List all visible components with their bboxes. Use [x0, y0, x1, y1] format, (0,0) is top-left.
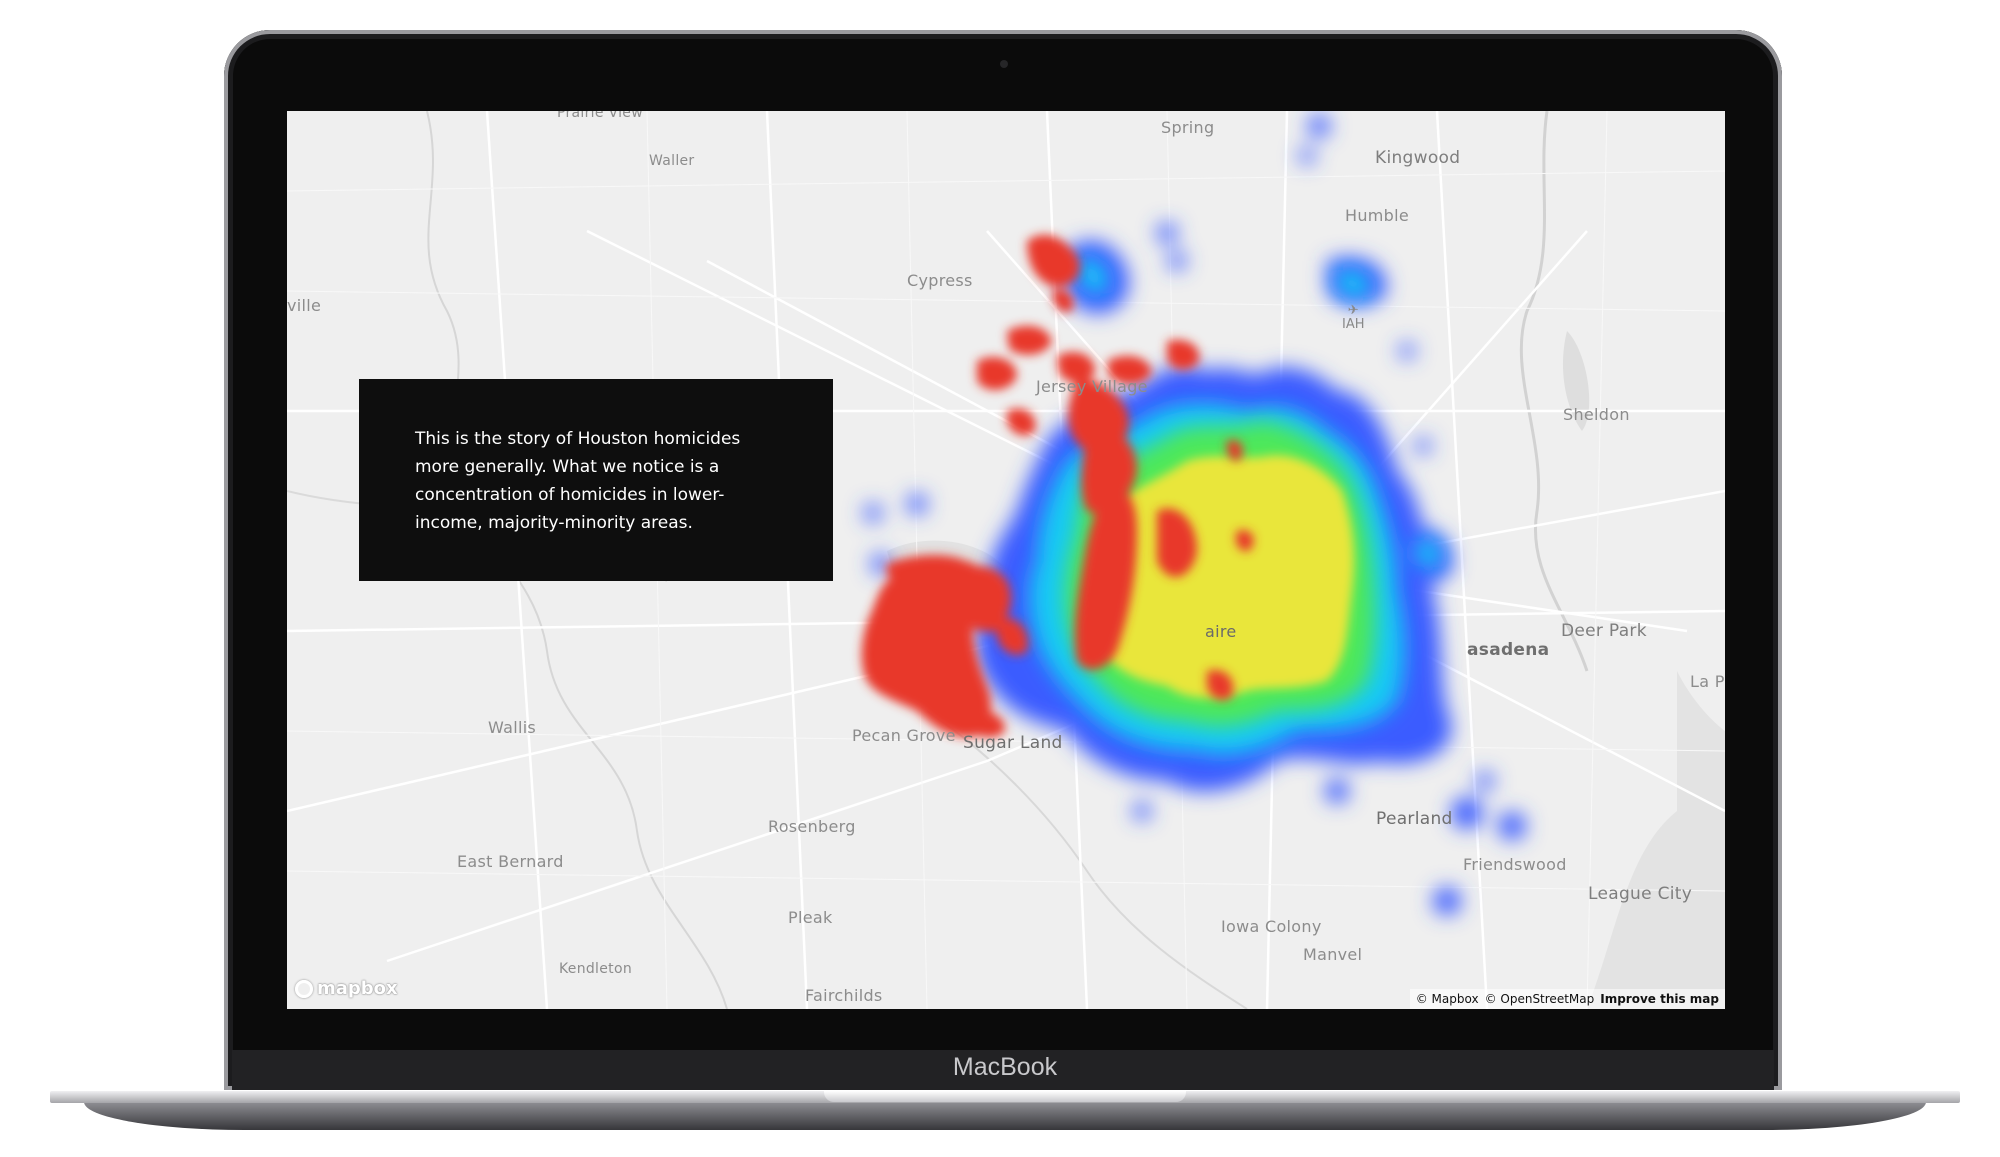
place-label-cypress: Cypress — [907, 271, 973, 290]
place-label-iowa-colony: Iowa Colony — [1221, 917, 1322, 936]
place-label-friendswood: Friendswood — [1463, 855, 1567, 874]
mapbox-logo[interactable]: mapbox — [295, 978, 398, 999]
improve-map-link[interactable]: Improve this map — [1600, 992, 1719, 1006]
airport-marker: ✈ IAH — [1342, 304, 1365, 332]
place-label-humble: Humble — [1345, 206, 1410, 225]
place-label-manvel: Manvel — [1303, 945, 1363, 964]
place-label-kendleton: Kendleton — [559, 961, 632, 977]
place-label-bellaire: aire — [1205, 622, 1237, 641]
place-label-waller: Waller — [649, 153, 695, 169]
place-label-ville: ville — [287, 296, 322, 315]
story-panel: This is the story of Houston homicides m… — [359, 379, 833, 581]
attribution-mapbox-link[interactable]: © Mapbox — [1416, 992, 1479, 1006]
place-label-la-porte: La Po — [1690, 672, 1725, 691]
place-label-jersey-village: Jersey Village — [1036, 377, 1148, 396]
place-label-pasadena: asadena — [1467, 640, 1550, 660]
place-label-rosenberg: Rosenberg — [768, 817, 856, 836]
place-label-deer-park: Deer Park — [1561, 621, 1647, 641]
mapbox-logo-label: mapbox — [317, 978, 398, 999]
airplane-icon: ✈ — [1347, 303, 1359, 318]
story-text: This is the story of Houston homicides m… — [415, 429, 741, 533]
mapbox-logo-icon — [295, 979, 313, 998]
attribution-osm-link[interactable]: © OpenStreetMap — [1485, 992, 1595, 1006]
place-label-kingwood: Kingwood — [1375, 148, 1461, 168]
place-label-spring: Spring — [1161, 118, 1215, 137]
laptop-brand-label: MacBook — [952, 1053, 1058, 1081]
place-label-sheldon: Sheldon — [1563, 405, 1630, 424]
place-label-iah: IAH — [1342, 317, 1365, 332]
place-label-fairchilds: Fairchilds — [805, 986, 883, 1005]
laptop-base-shadow — [84, 1102, 1926, 1130]
map-attribution: © Mapbox © OpenStreetMap Improve this ma… — [1409, 989, 1725, 1009]
place-label-east-bernard: East Bernard — [457, 852, 564, 871]
map-screen[interactable]: Spring Kingwood Humble ✈ IAH Cypress Jer… — [287, 111, 1725, 1009]
place-label-pleak: Pleak — [788, 908, 833, 927]
place-label-wallis: Wallis — [488, 718, 537, 737]
laptop-opening-notch — [824, 1091, 1186, 1102]
place-label-prairie-view: Prairie View — [557, 111, 643, 121]
place-label-league-city: League City — [1588, 884, 1693, 904]
place-label-sugar-land: Sugar Land — [963, 733, 1063, 753]
place-label-pearland: Pearland — [1376, 809, 1453, 829]
place-label-pecan-grove: Pecan Grove — [852, 726, 956, 745]
camera — [1000, 60, 1008, 68]
